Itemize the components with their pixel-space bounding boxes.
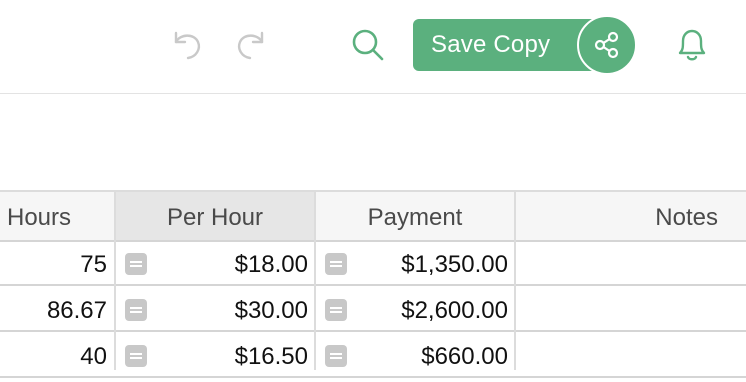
undo-icon[interactable] (170, 28, 204, 62)
cell-hours[interactable]: 40 (0, 332, 114, 376)
cell-notes[interactable] (516, 286, 746, 330)
cell-notes[interactable] (516, 240, 746, 284)
column-divider (114, 192, 116, 370)
table-row: 86.67 $30.00 $2,600.00 (0, 286, 746, 332)
column-header-hours[interactable]: Hours (0, 192, 114, 240)
cell-notes[interactable] (516, 332, 746, 376)
column-header-label: Hours (7, 204, 72, 231)
spreadsheet-table: Hours Per Hour Payment Notes 75 $18.00 $… (0, 190, 746, 378)
cell-payment[interactable]: $660.00 (316, 332, 514, 376)
cell-per-hour[interactable]: $16.50 (116, 332, 314, 376)
table-row: 40 $16.50 $660.00 (0, 332, 746, 378)
bell-icon[interactable] (675, 26, 709, 64)
column-divider (514, 192, 516, 370)
cell-payment[interactable]: $2,600.00 (316, 286, 514, 330)
search-icon[interactable] (350, 27, 386, 63)
table-row: 75 $18.00 $1,350.00 (0, 240, 746, 286)
share-button[interactable] (577, 15, 637, 75)
column-header-label: Payment (367, 204, 463, 231)
column-header-label: Notes (655, 204, 718, 231)
cell-per-hour[interactable]: $18.00 (116, 240, 314, 284)
column-header-notes[interactable]: Notes (516, 192, 746, 240)
column-divider (314, 192, 316, 370)
share-icon (594, 31, 619, 59)
column-header-per-hour[interactable]: Per Hour (116, 192, 314, 240)
column-header-payment[interactable]: Payment (316, 192, 514, 240)
header-row: Hours Per Hour Payment Notes (0, 192, 746, 242)
toolbar: Save Copy (0, 0, 746, 94)
cell-per-hour[interactable]: $30.00 (116, 286, 314, 330)
cell-hours[interactable]: 75 (0, 240, 114, 284)
cell-hours[interactable]: 86.67 (0, 286, 114, 330)
save-copy-label: Save Copy (431, 31, 551, 58)
column-header-label: Per Hour (166, 204, 264, 231)
redo-icon[interactable] (234, 28, 268, 62)
cell-payment[interactable]: $1,350.00 (316, 240, 514, 284)
